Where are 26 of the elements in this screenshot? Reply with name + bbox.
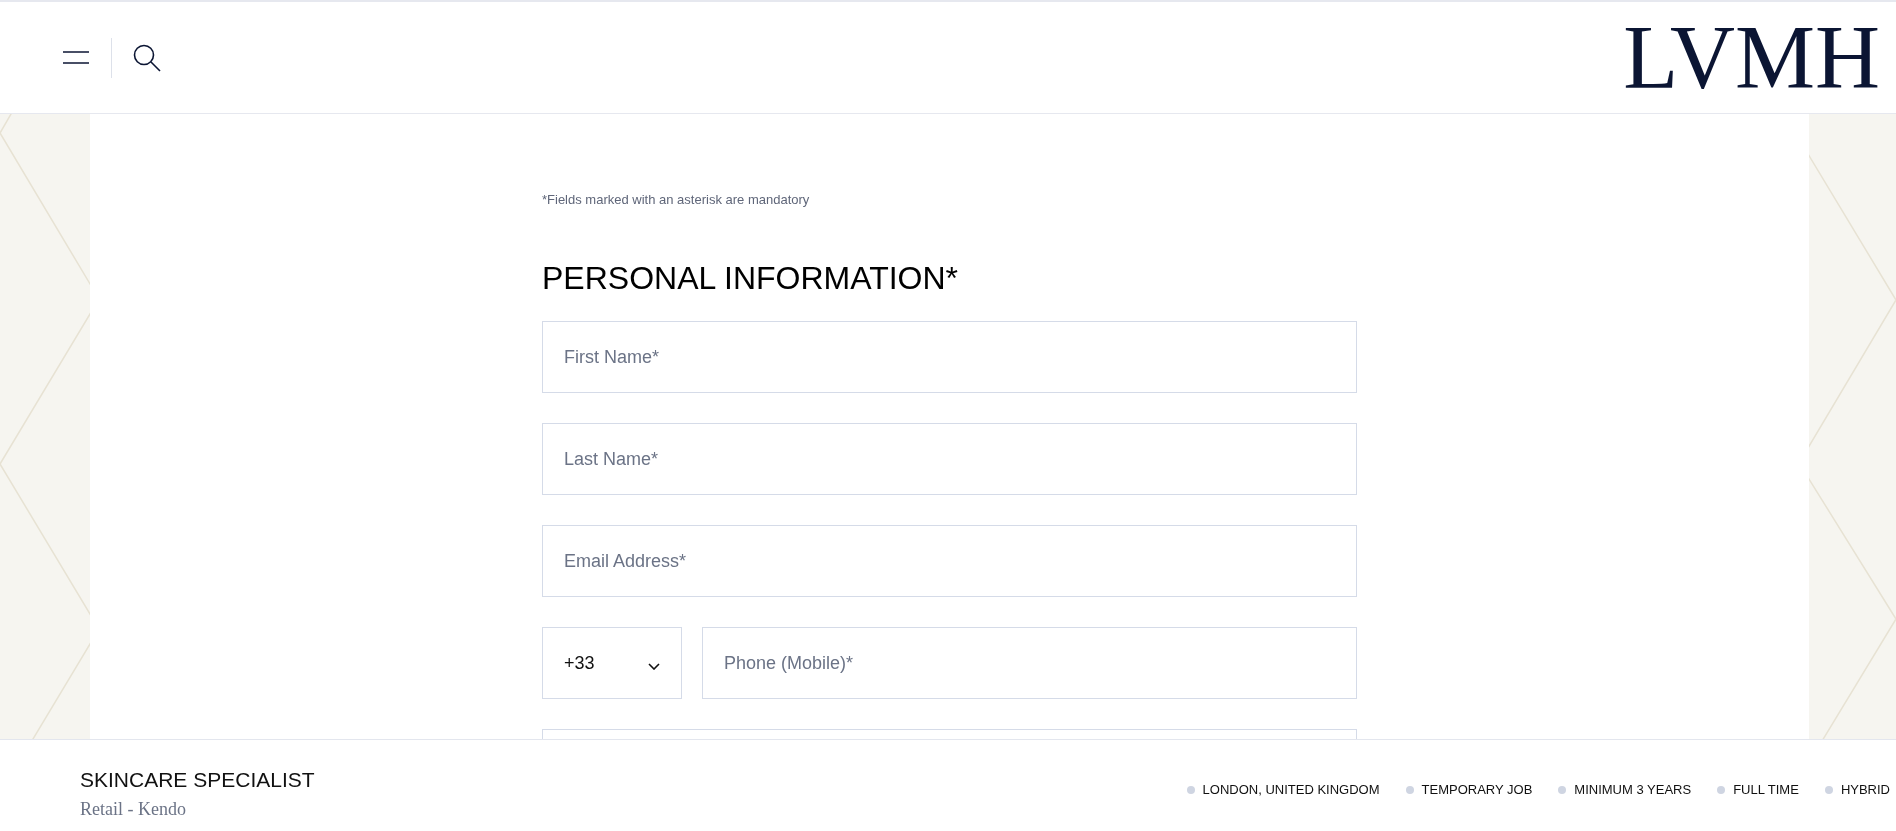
brand-logo[interactable]: LVMH [1623, 12, 1880, 103]
bullet-dot-icon [1558, 786, 1567, 794]
job-title: SKINCARE SPECIALIST [80, 767, 315, 793]
input-field[interactable] [542, 729, 1357, 739]
bullet-dot-icon [1824, 786, 1833, 794]
mandatory-notice: *Fields marked with an asterisk are mandatory [542, 191, 811, 209]
job-tag: FULL TIME [1733, 782, 1799, 798]
search-button[interactable] [133, 43, 161, 72]
text-input-field[interactable]: Email Address* [542, 525, 1357, 597]
menu-button[interactable] [63, 51, 89, 64]
text-input-field[interactable]: First Name* [542, 321, 1357, 393]
job-tag: LONDON, UNITED KINGDOM [1202, 782, 1380, 798]
chevron-down-icon [648, 662, 660, 670]
job-tag: MINIMUM 3 YEARS [1574, 782, 1692, 798]
job-subtitle: Retail - Kendo [80, 798, 187, 821]
bullet-dot-icon [1717, 786, 1726, 794]
phone-input-field[interactable]: Phone (Mobile)* [702, 627, 1357, 699]
job-tag: TEMPORARY JOB [1421, 782, 1533, 798]
job-tag: HYBRID [1840, 782, 1890, 798]
search-icon [133, 43, 161, 72]
bullet-dot-icon [1405, 786, 1414, 794]
menu-icon [63, 51, 89, 64]
text-input-field[interactable]: Last Name* [542, 423, 1357, 495]
section-heading: PERSONAL INFORMATION* [542, 259, 960, 298]
bullet-dot-icon [1186, 786, 1195, 794]
country-code-select[interactable]: +33 [542, 627, 682, 699]
